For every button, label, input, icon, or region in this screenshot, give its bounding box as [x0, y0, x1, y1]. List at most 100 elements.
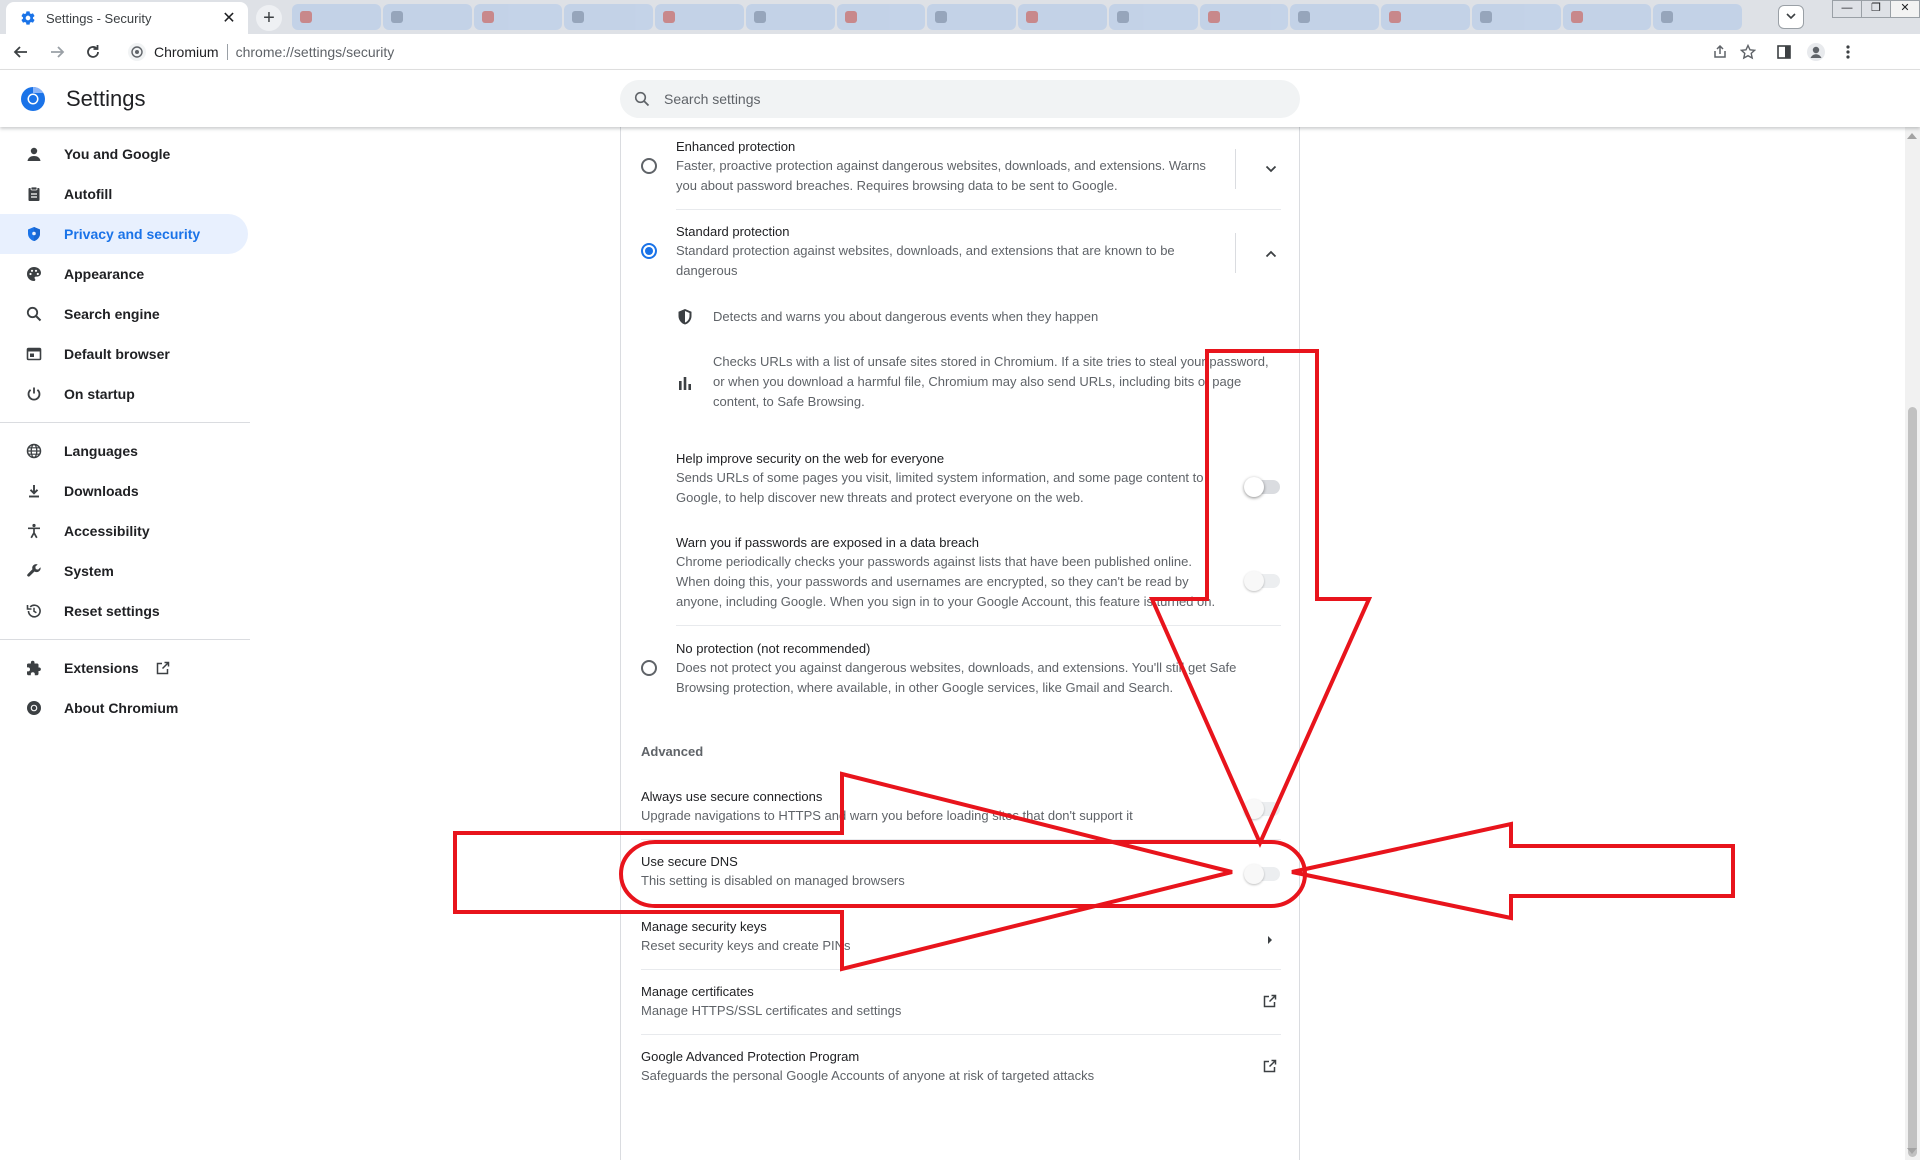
scroll-up-icon[interactable] [1907, 133, 1917, 139]
password-warn-toggle[interactable] [1244, 571, 1280, 591]
expand-enhanced-button[interactable] [1259, 157, 1283, 181]
tab-favicon-icon [300, 11, 312, 23]
standard-protection-radio[interactable] [641, 243, 657, 259]
background-tab[interactable] [836, 4, 926, 30]
back-button[interactable] [6, 37, 36, 67]
open-in-new-icon [155, 660, 171, 676]
no-protection-desc-line1: Does not protect you against dangerous w… [676, 660, 1237, 675]
help-improve-desc-line1: Sends URLs of some pages you visit, limi… [676, 470, 1204, 485]
search-settings-box[interactable] [620, 80, 1300, 118]
tab-favicon-icon [1207, 11, 1220, 23]
sidebar-item-search-engine[interactable]: Search engine [0, 294, 250, 334]
sidebar-item-downloads[interactable]: Downloads [0, 471, 250, 511]
advanced-protection-text[interactable]: Google Advanced Protection Program Safeg… [641, 1048, 1094, 1086]
background-tab[interactable] [1562, 4, 1652, 30]
sidebar-item-default-browser[interactable]: Default browser [0, 334, 250, 374]
sidebar-item-system[interactable]: System [0, 551, 250, 591]
secure-dns-toggle[interactable] [1244, 864, 1280, 884]
security-keys-text[interactable]: Manage security keys Reset security keys… [641, 918, 851, 956]
background-tab[interactable] [1290, 4, 1379, 30]
open-in-new-icon[interactable] [1262, 993, 1278, 1014]
background-tabs [292, 4, 1742, 30]
arrow-right-icon[interactable] [1267, 932, 1273, 950]
download-icon [24, 481, 44, 501]
background-tab[interactable] [564, 4, 653, 30]
enhanced-protection-text: Enhanced protection Faster, proactive pr… [676, 138, 1206, 196]
minimize-button[interactable]: — [1832, 0, 1862, 18]
menu-dots-icon[interactable] [1832, 37, 1864, 67]
row-separator [1235, 149, 1236, 189]
profile-avatar-icon[interactable] [1800, 37, 1832, 67]
address-bar[interactable]: Chromium chrome://settings/security [122, 37, 1762, 66]
certificates-text[interactable]: Manage certificates Manage HTTPS/SSL cer… [641, 983, 901, 1021]
tab-settings-security[interactable]: Settings - Security ✕ [6, 2, 248, 34]
browser-toolbar: Chromium chrome://settings/security [0, 34, 1920, 70]
window-close-button[interactable]: ✕ [1890, 0, 1920, 18]
settings-sidebar: You and Google Autofill Privacy and secu… [0, 127, 250, 1160]
search-settings-input[interactable] [664, 91, 1264, 107]
annotation-arrow-left [1291, 821, 1735, 921]
background-tab[interactable] [1199, 4, 1289, 30]
background-tab[interactable] [1471, 4, 1561, 30]
sidebar-item-extensions[interactable]: Extensions [0, 648, 250, 688]
sidebar-item-reset-settings[interactable]: Reset settings [0, 591, 250, 631]
sidebar-item-label: Search engine [64, 306, 160, 322]
side-panel-icon[interactable] [1768, 37, 1800, 67]
background-tab[interactable] [1653, 4, 1742, 30]
share-icon[interactable] [1706, 38, 1734, 66]
background-tab[interactable] [1381, 4, 1470, 30]
no-protection-text: No protection (not recommended) Does not… [676, 640, 1236, 698]
chromium-icon [24, 698, 44, 718]
tab-favicon-icon [1116, 11, 1129, 23]
sidebar-item-autofill[interactable]: Autofill [0, 174, 250, 214]
new-tab-button[interactable]: + [256, 5, 282, 31]
enhanced-protection-radio[interactable] [641, 158, 657, 174]
sidebar-item-on-startup[interactable]: On startup [0, 374, 250, 414]
no-protection-desc-line2: Browsing protection, where available, in… [676, 680, 1174, 695]
tab-search-button[interactable] [1778, 5, 1804, 29]
settings-header: Settings [0, 70, 1920, 127]
open-in-new-icon[interactable] [1262, 1058, 1278, 1079]
page-scrollbar[interactable] [1905, 127, 1920, 1160]
reload-button[interactable] [78, 37, 108, 67]
help-improve-toggle[interactable] [1244, 477, 1280, 497]
forward-button[interactable] [42, 37, 72, 67]
sidebar-item-label: Extensions [64, 660, 139, 676]
secure-connections-toggle[interactable] [1244, 799, 1280, 819]
sidebar-item-accessibility[interactable]: Accessibility [0, 511, 250, 551]
tab-favicon-icon [390, 11, 403, 23]
omnibox-url[interactable]: chrome://settings/security [236, 44, 1706, 60]
tab-strip: Settings - Security ✕ + — ❐ ✕ [0, 0, 1920, 34]
standard-protection-text: Standard protection Standard protection … [676, 223, 1175, 281]
scroll-down-icon[interactable] [1907, 1148, 1917, 1154]
sidebar-item-privacy-and-security[interactable]: Privacy and security [0, 214, 248, 254]
collapse-standard-button[interactable] [1259, 242, 1283, 266]
no-protection-radio[interactable] [641, 660, 657, 676]
background-tab[interactable] [1018, 4, 1107, 30]
maximize-button[interactable]: ❐ [1861, 0, 1891, 18]
standard-protection-title: Standard protection [676, 224, 790, 239]
secure-dns-text: Use secure DNS This setting is disabled … [641, 853, 905, 891]
chromium-logo-icon [21, 86, 45, 111]
sidebar-item-appearance[interactable]: Appearance [0, 254, 250, 294]
tab-favicon-icon [1389, 11, 1401, 23]
scroll-thumb[interactable] [1908, 407, 1917, 1157]
background-tab[interactable] [382, 4, 472, 30]
close-tab-icon[interactable]: ✕ [220, 8, 238, 28]
security-keys-desc: Reset security keys and create PINs [641, 938, 851, 953]
background-tab[interactable] [1108, 4, 1198, 30]
chromium-site-icon[interactable] [128, 42, 146, 61]
sidebar-item-about-chromium[interactable]: About Chromium [0, 688, 250, 728]
background-tab[interactable] [292, 4, 381, 30]
background-tab[interactable] [745, 4, 835, 30]
background-tab[interactable] [473, 4, 563, 30]
sidebar-item-you-and-google[interactable]: You and Google [0, 134, 250, 174]
bookmark-star-icon[interactable] [1734, 38, 1762, 66]
sidebar-item-languages[interactable]: Languages [0, 431, 250, 471]
background-tab[interactable] [927, 4, 1016, 30]
sidebar-item-label: About Chromium [64, 700, 179, 716]
background-tab[interactable] [655, 4, 744, 30]
chevron-up-icon [1265, 250, 1277, 258]
enhanced-protection-desc-line2: you about password breaches. Requires br… [676, 178, 1118, 193]
secure-connections-text: Always use secure connections Upgrade na… [641, 788, 1133, 826]
